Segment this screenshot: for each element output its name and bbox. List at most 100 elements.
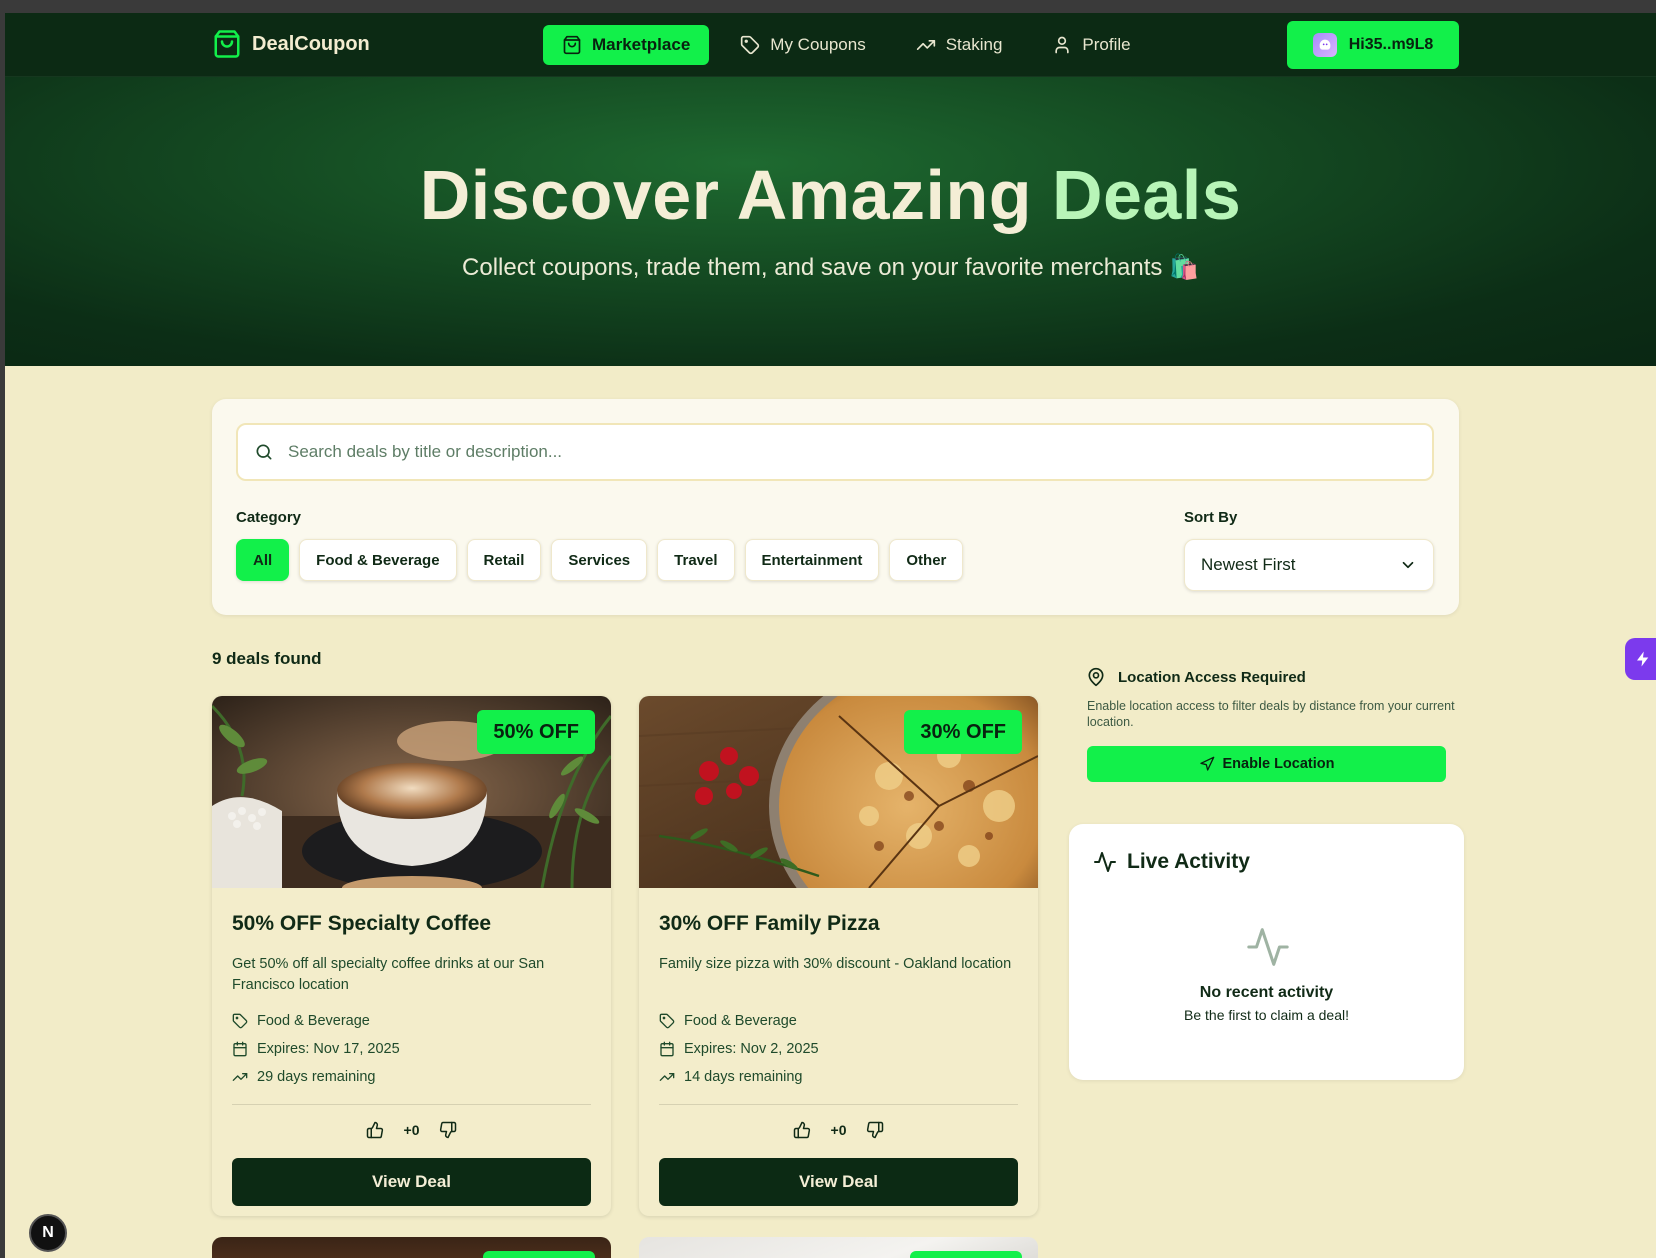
- hero-title-main: Discover Amazing: [419, 156, 1032, 234]
- tag-icon: [232, 1013, 248, 1029]
- deal-remaining: 29 days remaining: [232, 1069, 376, 1085]
- hero: Discover Amazing Deals Collect coupons, …: [5, 77, 1656, 366]
- view-deal-button[interactable]: View Deal: [232, 1158, 591, 1206]
- deal-category-label: Food & Beverage: [684, 1013, 797, 1029]
- chevron-down-icon: [1402, 561, 1414, 569]
- chip-other[interactable]: Other: [889, 539, 964, 581]
- nav-profile-label: Profile: [1082, 35, 1131, 54]
- category-label: Category: [236, 509, 302, 526]
- navigation-arrow-icon: [1199, 756, 1214, 771]
- brand-name: DealCoupon: [252, 32, 370, 55]
- user-icon: [1055, 36, 1070, 54]
- sort-value: Newest First: [1201, 555, 1296, 574]
- search-box[interactable]: [236, 423, 1434, 481]
- divider: [232, 1104, 591, 1105]
- deal-category: Food & Beverage: [232, 1013, 370, 1029]
- lightning-icon: [1637, 651, 1649, 667]
- tag-icon: [741, 35, 760, 55]
- thumbs-down-icon[interactable]: [866, 1121, 884, 1139]
- location-description: Enable location access to filter deals b…: [1087, 699, 1455, 729]
- deal-expiry: Expires: Nov 17, 2025: [232, 1041, 400, 1057]
- thumbs-down-icon[interactable]: [439, 1121, 457, 1139]
- nav-staking-label: Staking: [945, 35, 1003, 54]
- deal-remaining: 14 days remaining: [659, 1069, 803, 1085]
- trending-up-icon: [232, 1073, 248, 1081]
- top-nav: DealCoupon Marketplace My Coupons Stakin…: [5, 13, 1656, 77]
- deal-expiry: Expires: Nov 2, 2025: [659, 1041, 819, 1057]
- nextjs-dev-indicator-icon[interactable]: N: [29, 1214, 67, 1252]
- deal-description: Get 50% off all specialty coffee drinks …: [232, 956, 545, 993]
- chip-entertainment[interactable]: Entertainment: [744, 539, 880, 581]
- chip-retail[interactable]: Retail: [466, 539, 542, 581]
- hero-title-accent: Deals: [1051, 156, 1242, 234]
- chip-food-beverage[interactable]: Food & Beverage: [299, 539, 457, 581]
- results-count: 9 deals found: [212, 649, 322, 668]
- activity-icon: [1094, 852, 1116, 872]
- view-deal-button[interactable]: View Deal: [659, 1158, 1018, 1206]
- location-notice: Location Access Required: [1086, 667, 1306, 687]
- nav-staking[interactable]: Staking: [897, 25, 1022, 65]
- nav-my-coupons-label: My Coupons: [770, 35, 866, 54]
- filter-card: Category All Food & Beverage Retail Serv…: [212, 399, 1459, 615]
- nav-profile[interactable]: Profile: [1033, 25, 1149, 65]
- deal-image-coffee: 50% OFF: [212, 696, 611, 888]
- deal-category-label: Food & Beverage: [257, 1013, 370, 1029]
- vote-controls: +0: [639, 1121, 1038, 1139]
- hero-title: Discover Amazing Deals: [5, 155, 1656, 235]
- chip-travel[interactable]: Travel: [657, 539, 735, 581]
- search-input[interactable]: [288, 442, 1388, 462]
- sort-select[interactable]: Newest First: [1184, 539, 1434, 591]
- side-widget-tab[interactable]: [1625, 638, 1656, 680]
- enable-location-label: Enable Location: [1222, 756, 1335, 772]
- deal-description: Family size pizza with 30% discount - Oa…: [659, 956, 1012, 972]
- chip-all[interactable]: All: [236, 539, 290, 581]
- calendar-icon: [233, 1041, 247, 1057]
- discount-badge: [910, 1251, 1022, 1258]
- enable-location-button[interactable]: Enable Location: [1087, 746, 1446, 782]
- location-title: Location Access Required: [1118, 668, 1306, 686]
- trending-up-icon: [659, 1073, 675, 1081]
- discount-badge: 50% OFF: [477, 710, 595, 754]
- divider: [659, 1104, 1018, 1105]
- deal-card[interactable]: 30% OFF 30% OFF Family Pizza Family size…: [639, 696, 1038, 1216]
- app-viewport: DealCoupon Marketplace My Coupons Stakin…: [5, 13, 1656, 1258]
- live-activity-panel: Live Activity No recent activity Be the …: [1069, 824, 1464, 1080]
- map-pin-icon: [1088, 667, 1104, 687]
- live-activity-header: Live Activity: [1093, 850, 1250, 874]
- deal-title: 50% OFF Specialty Coffee: [232, 912, 492, 935]
- vote-count: +0: [830, 1122, 847, 1138]
- live-activity-title: Live Activity: [1127, 850, 1250, 873]
- deal-card-peek[interactable]: [212, 1237, 611, 1258]
- wallet-button[interactable]: Hi35..m9L8: [1287, 21, 1459, 69]
- deal-card[interactable]: 50% OFF 50% OFF Specialty Coffee Get 50%…: [212, 696, 611, 1216]
- nav-marketplace[interactable]: Marketplace: [543, 25, 710, 65]
- wallet-ghost-icon: [1312, 33, 1337, 57]
- sort-label: Sort By: [1184, 509, 1238, 526]
- chip-services[interactable]: Services: [551, 539, 648, 581]
- deal-image-pizza: 30% OFF: [639, 696, 1038, 888]
- deal-remaining-label: 14 days remaining: [684, 1069, 803, 1085]
- shopping-bag-icon: [563, 35, 581, 55]
- deal-remaining-label: 29 days remaining: [257, 1069, 376, 1085]
- vote-controls: +0: [212, 1121, 611, 1139]
- nav-links: Marketplace My Coupons Staking Profile: [543, 25, 1150, 65]
- vote-count: +0: [403, 1122, 420, 1138]
- calendar-icon: [660, 1041, 674, 1057]
- search-icon: [256, 444, 272, 460]
- brand[interactable]: DealCoupon: [212, 29, 370, 59]
- discount-badge: [483, 1251, 595, 1258]
- deal-expiry-label: Expires: Nov 17, 2025: [257, 1041, 400, 1057]
- trending-up-icon: [916, 40, 935, 51]
- deal-card-peek[interactable]: [639, 1237, 1038, 1258]
- deal-expiry-label: Expires: Nov 2, 2025: [684, 1041, 819, 1057]
- thumbs-up-icon[interactable]: [793, 1121, 811, 1139]
- thumbs-up-icon[interactable]: [366, 1121, 384, 1139]
- category-chips: All Food & Beverage Retail Services Trav…: [236, 539, 964, 581]
- deal-category: Food & Beverage: [659, 1013, 797, 1029]
- shopping-bag-icon: [214, 30, 240, 58]
- deal-title: 30% OFF Family Pizza: [659, 912, 880, 935]
- activity-icon: [1247, 928, 1289, 966]
- nav-my-coupons[interactable]: My Coupons: [721, 25, 884, 65]
- tag-icon: [659, 1013, 675, 1029]
- wallet-address: Hi35..m9L8: [1348, 36, 1434, 53]
